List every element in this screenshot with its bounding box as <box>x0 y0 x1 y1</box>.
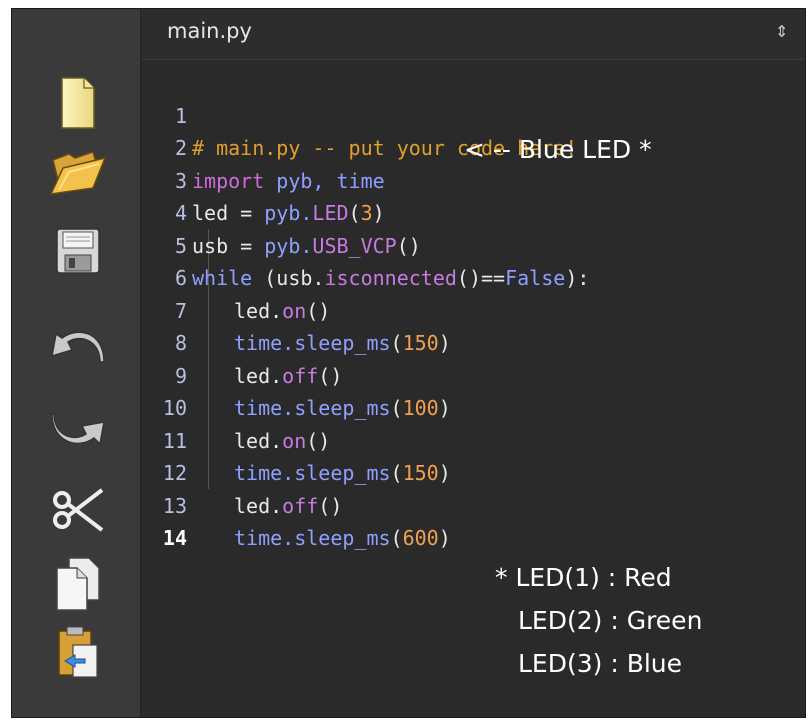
undo-icon <box>51 331 105 363</box>
led-legend-green: LED(2) : Green <box>518 606 703 635</box>
cut-scissors-icon <box>53 488 104 532</box>
code-line: 2 import pyb, time <box>141 100 805 193</box>
function-name: sleep_ms <box>294 526 391 550</box>
new-file-button[interactable] <box>46 71 110 135</box>
code-line: 12 led.off() <box>141 425 805 518</box>
code-line: 13 time.sleep_ms(600) <box>141 457 805 551</box>
code-line: 8 led.off() <box>141 295 805 388</box>
code-line: 14 <box>141 490 805 550</box>
toolbar <box>12 9 141 717</box>
tab-bar: main.py ⇕ ✕ <box>141 9 805 60</box>
code-text: ) <box>438 526 451 550</box>
led-legend-red: * LED(1) : Red <box>495 563 672 592</box>
cut-button[interactable] <box>46 479 110 543</box>
save-button[interactable] <box>46 219 110 283</box>
tab-main-py[interactable]: main.py <box>167 19 252 43</box>
paste-icon <box>58 626 98 678</box>
code-line: 6 led.on() <box>141 230 805 323</box>
redo-icon <box>51 413 105 446</box>
editor-pane: main.py ⇕ ✕ 1 # main.py -- put your code… <box>141 9 805 717</box>
open-folder-icon <box>49 151 107 195</box>
open-folder-button[interactable] <box>46 143 110 207</box>
code-line: 11 time.sleep_ms(150) <box>141 392 805 486</box>
led-legend-blue: LED(3) : Blue <box>518 649 683 678</box>
copy-button[interactable] <box>46 552 110 616</box>
code-text: time. <box>234 526 295 550</box>
number: 600 <box>402 526 439 550</box>
code-text: ( <box>390 526 403 550</box>
ide-window: main.py ⇕ ✕ 1 # main.py -- put your code… <box>11 8 806 718</box>
paste-button[interactable] <box>46 621 110 685</box>
code-line: 5 while (usb.isconnected()==False): <box>141 197 805 291</box>
code-line: 4 usb = pyb.USB_VCP() <box>141 165 805 258</box>
sort-arrows-icon[interactable]: ⇕ <box>775 24 788 40</box>
undo-button[interactable] <box>46 315 110 379</box>
blue-led-note: < -- Blue LED * <box>464 135 652 164</box>
code-line: 10 led.on() <box>141 360 805 453</box>
new-file-icon <box>61 77 95 129</box>
save-floppy-icon <box>56 228 100 274</box>
line-number-current: 14 <box>162 526 187 550</box>
redo-button[interactable] <box>46 397 110 461</box>
code-line: 1 # main.py -- put your code here! <box>141 67 805 161</box>
code-line: 7 time.sleep_ms(150) <box>141 262 805 356</box>
copy-icon <box>56 557 100 611</box>
code-line: 9 time.sleep_ms(100) <box>141 327 805 421</box>
